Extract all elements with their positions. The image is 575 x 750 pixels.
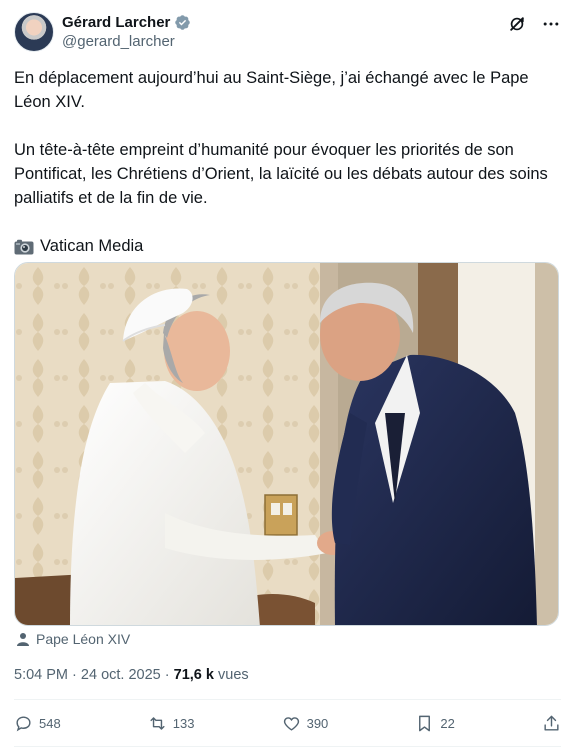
meta-separator: · (72, 667, 77, 683)
bookmark-button[interactable]: 22 (415, 714, 455, 733)
grok-icon[interactable] (507, 14, 527, 34)
header-actions (507, 14, 561, 34)
reply-button[interactable]: 548 (14, 714, 61, 733)
author-names: Gérard Larcher @gerard_larcher (62, 13, 191, 52)
bookmark-count: 22 (440, 715, 455, 731)
camera-icon (14, 238, 34, 255)
author-handle[interactable]: @gerard_larcher (62, 32, 191, 52)
verified-badge-icon[interactable] (174, 14, 191, 31)
like-button[interactable]: 390 (282, 714, 329, 733)
tweet-paragraph-2: Un tête-à-tête empreint d’humanité pour … (14, 141, 548, 207)
divider-top (14, 699, 561, 700)
author-display-name-row[interactable]: Gérard Larcher (62, 13, 191, 32)
tweet-time[interactable]: 5:04 PM (14, 667, 68, 683)
avatar[interactable] (14, 12, 54, 52)
share-button[interactable] (542, 714, 561, 733)
repost-count: 133 (172, 715, 195, 731)
share-icon (544, 715, 559, 731)
author-display-name[interactable]: Gérard Larcher (62, 13, 170, 32)
bookmark-icon (419, 715, 431, 731)
more-options-icon[interactable] (541, 14, 561, 34)
tagged-people[interactable]: Pape Léon XIV (16, 631, 130, 647)
tagged-person-name[interactable]: Pape Léon XIV (36, 631, 130, 647)
views-label: vues (218, 667, 249, 683)
tweet-meta: 5:04 PM · 24 oct. 2025 · 71,6 k vues (14, 667, 249, 683)
tweet-date[interactable]: 24 oct. 2025 (81, 667, 161, 683)
photo-credit-text: Vatican Media (40, 237, 144, 255)
tweet-paragraph-1: En déplacement aujourd’hui au Saint-Sièg… (14, 69, 529, 111)
photo-credit: Vatican Media (14, 234, 554, 258)
heart-icon (283, 716, 299, 731)
tweet-text: En déplacement aujourd’hui au Saint-Sièg… (14, 66, 554, 258)
repost-button[interactable]: 133 (148, 714, 195, 733)
divider-bottom (14, 746, 561, 747)
repost-icon (150, 716, 165, 730)
photo-illustration (15, 263, 558, 625)
reply-count: 548 (39, 715, 61, 731)
views-count: 71,6 k (173, 667, 214, 683)
person-icon (16, 632, 30, 646)
tweet-header: Gérard Larcher @gerard_larcher (14, 12, 561, 56)
like-count: 390 (306, 715, 329, 731)
meta-separator-2: · (164, 667, 170, 683)
reply-icon (16, 715, 31, 731)
action-bar: 548 133 390 22 (14, 708, 561, 738)
tweet-photo[interactable] (14, 262, 559, 626)
